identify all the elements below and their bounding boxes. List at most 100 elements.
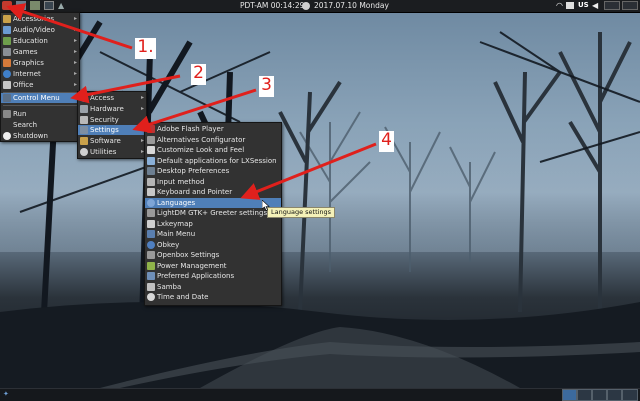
menu-item-main-menu[interactable]: Main Menu	[145, 229, 281, 239]
date-label[interactable]: 2017.07.10 Monday	[314, 1, 389, 10]
menu-item-label: Run	[13, 110, 27, 118]
main-menu: Accessories ▸ Audio/Video ▸ Education ▸ …	[0, 12, 80, 142]
menu-item-obkey[interactable]: Obkey	[145, 240, 281, 250]
terminal-launcher-icon[interactable]	[30, 1, 40, 10]
workspace-3[interactable]	[592, 389, 607, 401]
menu-item-preferred-applications[interactable]: Preferred Applications	[145, 271, 281, 281]
menu-item-audio-video[interactable]: Audio/Video ▸	[1, 25, 79, 35]
internet-icon	[3, 70, 11, 78]
battery-icon[interactable]	[566, 2, 574, 9]
menu-item-keyboard-and-pointer[interactable]: Keyboard and Pointer	[145, 187, 281, 197]
menu-item-samba[interactable]: Samba	[145, 282, 281, 292]
callout-3: 3	[259, 76, 274, 97]
menu-item-customize-look-and-feel[interactable]: Customize Look and Feel	[145, 145, 281, 155]
menu-item-label: Keyboard and Pointer	[157, 188, 233, 196]
education-icon	[3, 37, 11, 45]
menu-item-label: Games	[13, 48, 38, 56]
menu-item-alternatives-configurator[interactable]: Alternatives Configurator	[145, 135, 281, 145]
menu-item-hardware[interactable]: Hardware ▸	[78, 104, 146, 114]
menu-item-lxkeymap[interactable]: Lxkeymap	[145, 219, 281, 229]
menu-item-label: Adobe Flash Player	[157, 125, 224, 133]
menu-item-label: Obkey	[157, 241, 180, 249]
menu-item-internet[interactable]: Internet ▸	[1, 69, 79, 79]
cpu-monitor-icon[interactable]	[604, 1, 620, 10]
audio-video-icon	[3, 26, 11, 34]
menu-item-security[interactable]: Security	[78, 115, 146, 125]
menu-item-search[interactable]: Search	[1, 120, 79, 130]
menu-item-label: Search	[13, 121, 38, 129]
menu-item-time-and-date[interactable]: Time and Date	[145, 292, 281, 302]
menu-item-label: Main Menu	[157, 230, 196, 238]
access-icon	[80, 94, 88, 102]
forest-trees-graphic	[0, 12, 640, 388]
menu-item-lightdm-greeter-settings[interactable]: LightDM GTK+ Greeter settings	[145, 208, 281, 218]
menu-item-control-menu[interactable]: Control Menu ▸	[1, 93, 79, 103]
submenu-arrow-icon: ▸	[73, 70, 77, 77]
control-submenu: Access ▸ Hardware ▸ Security Settings ▸ …	[77, 91, 147, 159]
workspace-4[interactable]	[607, 389, 622, 401]
search-icon	[3, 121, 11, 129]
graphics-icon	[3, 59, 11, 67]
menu-item-access[interactable]: Access ▸	[78, 93, 146, 103]
flash-icon	[147, 125, 155, 133]
menu-item-graphics[interactable]: Graphics ▸	[1, 58, 79, 68]
menu-item-accessories[interactable]: Accessories ▸	[1, 14, 79, 24]
input-method-icon	[147, 178, 155, 186]
menu-item-label: Input method	[157, 178, 205, 186]
menu-item-utilities[interactable]: Utilities ▸	[78, 147, 146, 157]
workspace-5[interactable]	[622, 389, 638, 401]
menu-item-label: Security	[90, 116, 119, 124]
menu-item-label: Software	[90, 137, 121, 145]
menu-item-label: Desktop Preferences	[157, 167, 230, 175]
show-desktop-icon[interactable]: ✦	[3, 391, 10, 398]
file-manager-icon[interactable]	[16, 1, 26, 10]
menu-item-run[interactable]: Run	[1, 109, 79, 119]
menu-item-software[interactable]: Software ▸	[78, 136, 146, 146]
menu-item-settings[interactable]: Settings ▸	[78, 125, 146, 135]
keyboard-layout-indicator[interactable]: US	[578, 1, 589, 9]
menu-item-adobe-flash-player[interactable]: Adobe Flash Player	[145, 124, 281, 134]
workspace-1[interactable]	[562, 389, 577, 401]
samba-icon	[147, 283, 155, 291]
start-menu-icon[interactable]	[2, 1, 12, 10]
menu-item-openbox-settings[interactable]: Openbox Settings	[145, 250, 281, 260]
menu-item-office[interactable]: Office ▸	[1, 80, 79, 90]
menu-item-default-applications[interactable]: Default applications for LXSession	[145, 156, 281, 166]
openbox-icon	[147, 251, 155, 259]
volume-icon[interactable]: ◀	[592, 1, 602, 10]
network-monitor-icon[interactable]	[622, 1, 638, 10]
workspace-2[interactable]	[577, 389, 592, 401]
submenu-arrow-icon: ▸	[73, 26, 77, 33]
menu-item-input-method[interactable]: Input method	[145, 177, 281, 187]
desktop-switch-icon[interactable]	[44, 1, 54, 10]
clock-label[interactable]: PDT-AM 00:14:29	[240, 1, 304, 10]
keyboard-icon	[147, 188, 155, 196]
main-menu-icon	[147, 230, 155, 238]
callout-4: 4	[379, 131, 394, 152]
menu-item-games[interactable]: Games ▸	[1, 47, 79, 57]
wifi-icon[interactable]: ◠	[556, 1, 566, 10]
menu-item-label: Languages	[157, 199, 196, 207]
hardware-icon	[80, 105, 88, 113]
settings-submenu: Adobe Flash Player Alternatives Configur…	[144, 122, 282, 306]
menu-item-label: Lxkeymap	[157, 220, 193, 228]
submenu-arrow-icon: ▸	[140, 105, 144, 112]
games-icon	[3, 48, 11, 56]
menu-item-label: Education	[13, 37, 48, 45]
menu-item-label: Hardware	[90, 105, 124, 113]
menu-item-shutdown[interactable]: Shutdown	[1, 131, 79, 141]
obkey-icon	[147, 241, 155, 249]
menu-item-power-management[interactable]: Power Management	[145, 261, 281, 271]
up-arrow-icon[interactable]: ▲	[58, 1, 68, 10]
menu-separator	[3, 105, 77, 106]
submenu-arrow-icon: ▸	[73, 48, 77, 55]
mouse-pointer-icon	[262, 200, 270, 211]
default-apps-icon	[147, 157, 155, 165]
menu-item-label: Accessories	[13, 15, 55, 23]
menu-item-label: Access	[90, 94, 114, 102]
menu-item-education[interactable]: Education ▸	[1, 36, 79, 46]
office-icon	[3, 81, 11, 89]
menu-item-label: Utilities	[90, 148, 117, 156]
menu-item-languages[interactable]: Languages	[145, 198, 281, 208]
menu-item-desktop-preferences[interactable]: Desktop Preferences	[145, 166, 281, 176]
